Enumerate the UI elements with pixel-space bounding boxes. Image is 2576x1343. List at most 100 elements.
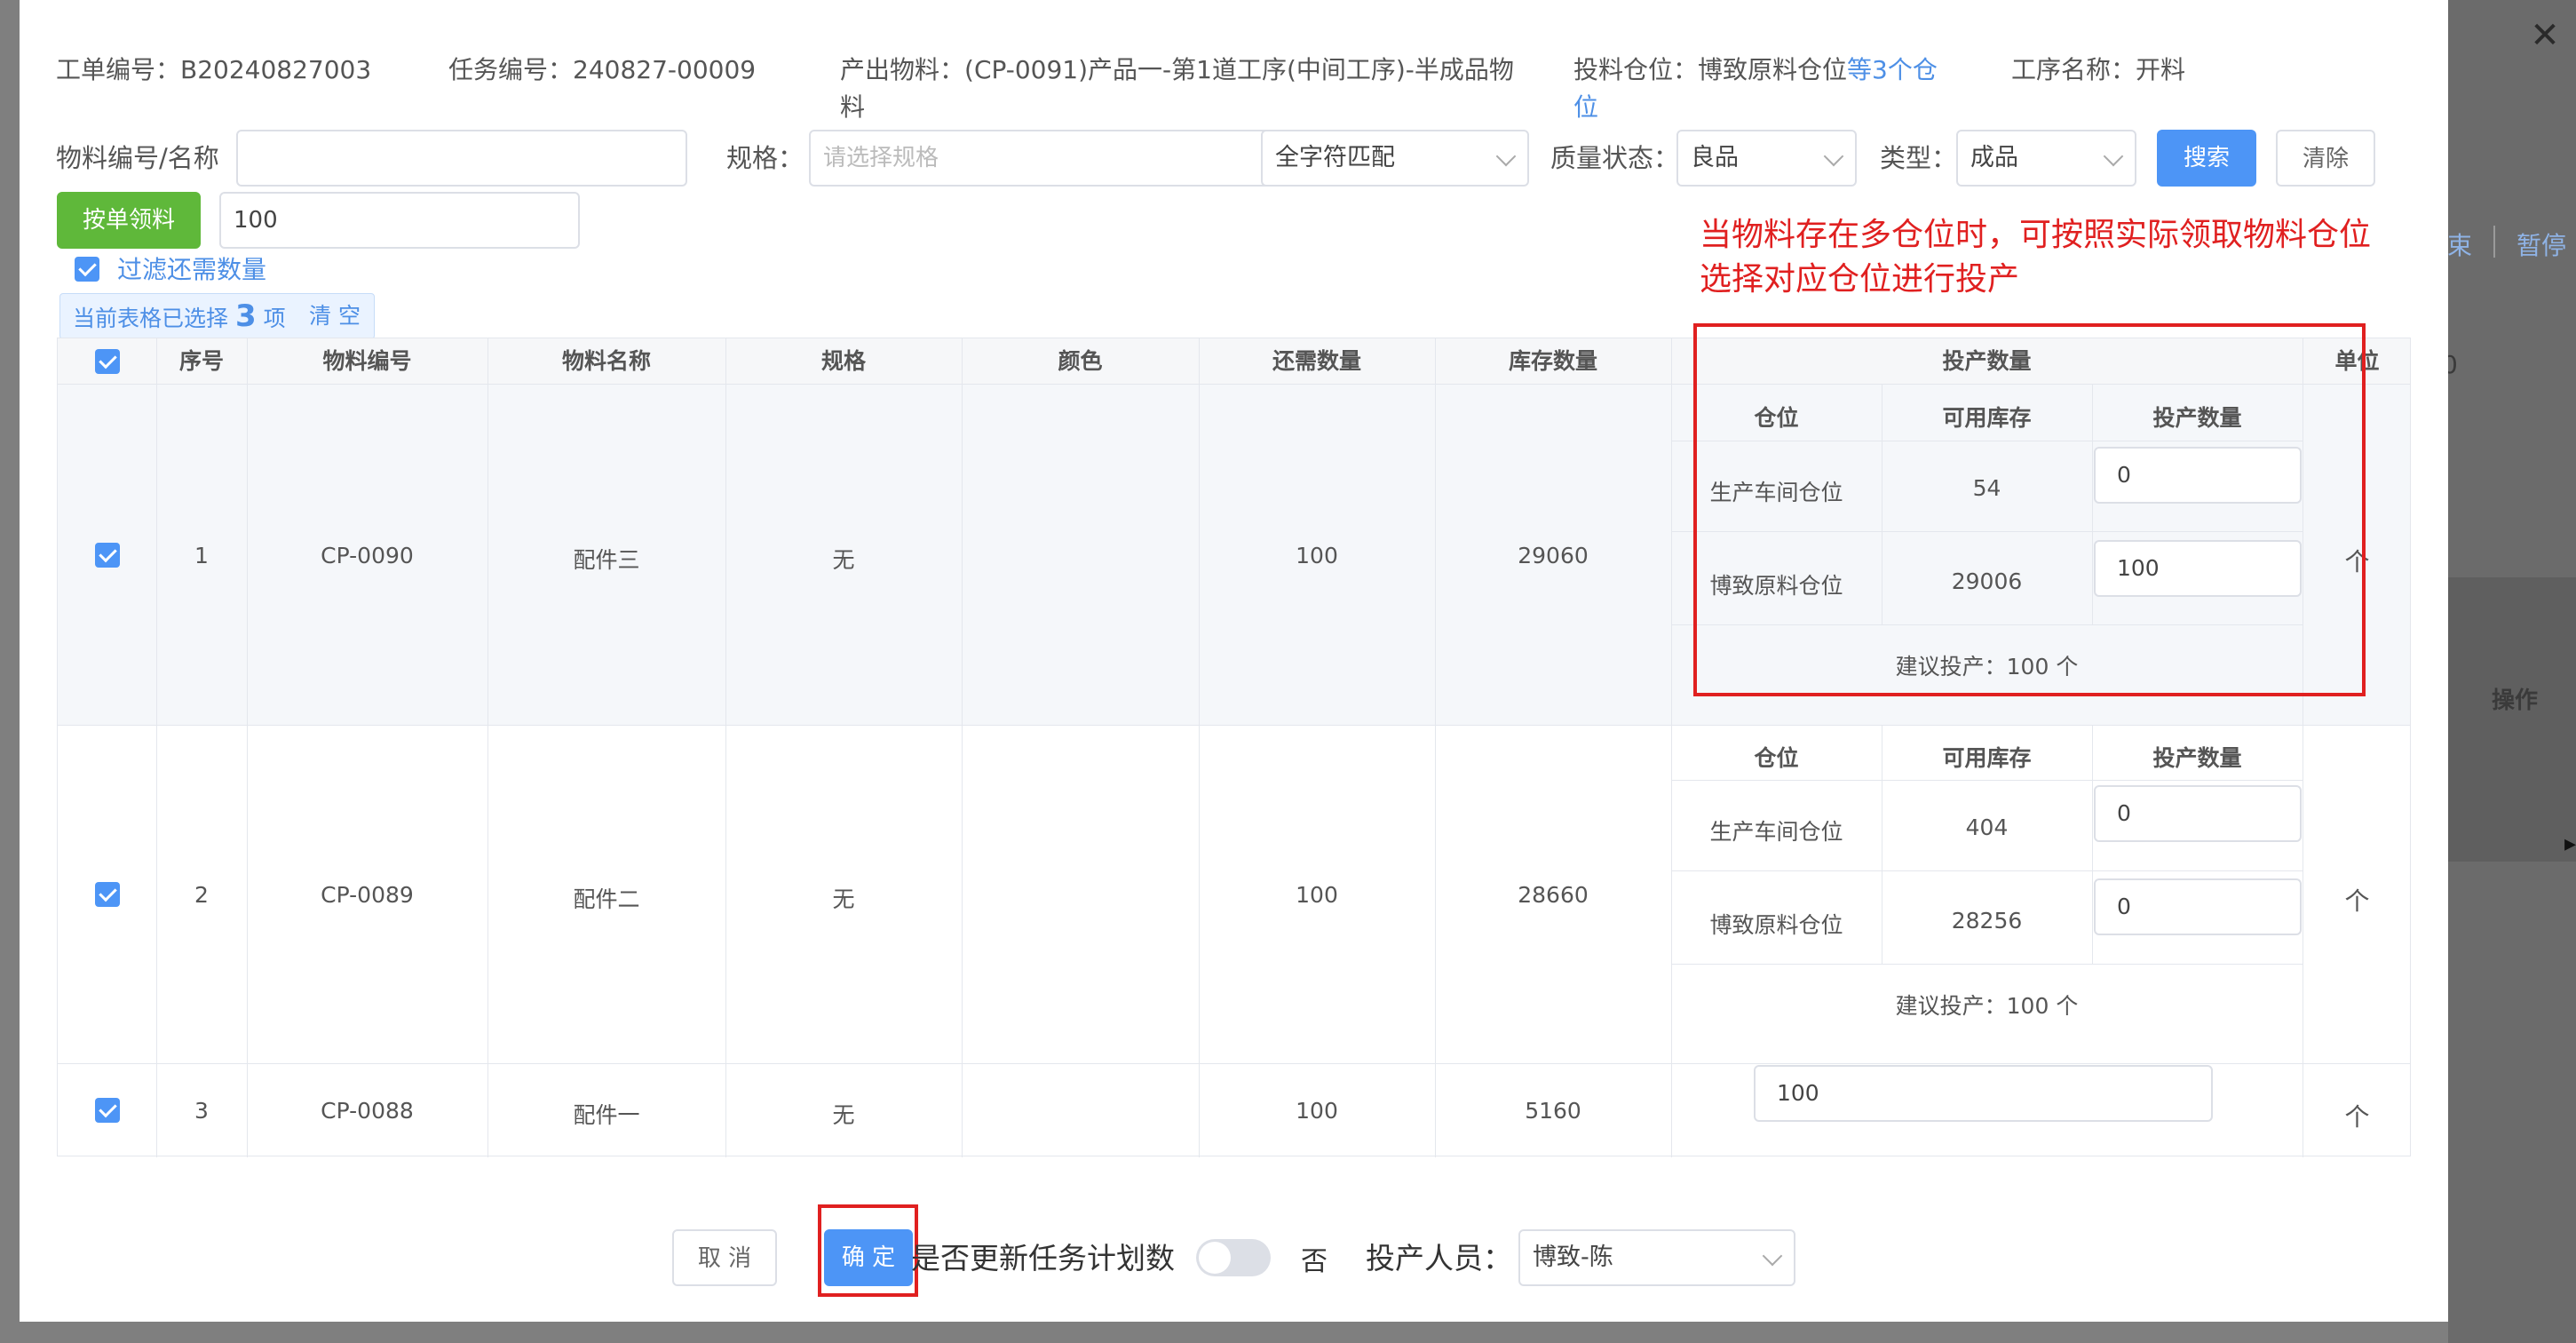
header-index: 序号: [178, 348, 224, 374]
annotation-line-2: 选择对应仓位进行投产: [1700, 261, 2020, 298]
chevron-down-icon: [1495, 146, 1517, 167]
row-2-loc-2-qty-input[interactable]: 0: [2094, 878, 2302, 935]
row-2-sub-header-location: 仓位: [1754, 745, 1799, 771]
annotation-line-1: 当物料存在多仓位时，可按照实际领取物料仓位: [1700, 217, 2372, 253]
order-no-value: B20240827003: [180, 55, 372, 84]
row-2-code: CP-0089: [321, 882, 414, 908]
row-2-checkbox[interactable]: [95, 882, 120, 907]
row-3-index: 3: [194, 1098, 209, 1124]
col-divider: [1435, 338, 1436, 1157]
filter-need-label[interactable]: 过滤还需数量: [117, 252, 266, 288]
subtable-divider: [1671, 780, 2303, 781]
selection-clear-link[interactable]: 清 空: [309, 294, 361, 338]
row-2-stock: 28660: [1518, 882, 1589, 908]
output-material-value: (CP-0091)产品一-第1道工序(中间工序)-半成品物: [964, 55, 1514, 84]
row-3-stock: 5160: [1525, 1098, 1581, 1124]
col-divider: [247, 338, 248, 1157]
bg-link-pause[interactable]: 暂停: [2517, 226, 2566, 262]
row-3-qty-input[interactable]: 100: [1754, 1065, 2213, 1122]
selection-info: 当前表格已选择 3 项 清 空: [59, 293, 375, 339]
match-mode-value: 全字符匹配: [1275, 144, 1395, 171]
confirm-highlight-box: [818, 1204, 918, 1297]
modal-dialog: 工单编号：B20240827003 任务编号：240827-00009 产出物料…: [20, 0, 2448, 1322]
qty-input[interactable]: 100: [219, 192, 580, 249]
feed-location-value: 博致原料仓位: [1698, 55, 1848, 84]
feed-location: 投料仓位：博致原料仓位等3个仓: [1573, 52, 1938, 89]
process-name-label: 工序名称：: [2011, 55, 2136, 84]
quality-value: 良品: [1691, 144, 1739, 171]
row-3-code: CP-0088: [321, 1098, 414, 1124]
order-no: 工单编号：B20240827003: [56, 52, 371, 89]
background-strip: [2448, 577, 2576, 862]
row-2-need: 100: [1296, 882, 1338, 908]
row-1-spec: 无: [832, 547, 855, 573]
filter-need-checkbox[interactable]: [75, 257, 99, 282]
header-name: 物料名称: [561, 348, 651, 374]
material-label: 物料编号/名称: [56, 143, 219, 173]
spec-input[interactable]: 请选择规格: [809, 130, 1280, 187]
cancel-button[interactable]: 取 消: [672, 1229, 777, 1286]
operator-label: 投产人员：: [1366, 1241, 1512, 1275]
annotation-text: 当物料存在多仓位时，可按照实际领取物料仓位 选择对应仓位进行投产: [1700, 213, 2371, 302]
bg-scroll-arrow-icon[interactable]: ▸: [2564, 830, 2576, 857]
chevron-down-icon: [2103, 146, 2124, 167]
process-name-value: 开料: [2136, 55, 2186, 84]
row-divider: [58, 1063, 2410, 1064]
clear-button[interactable]: 清除: [2276, 130, 2375, 187]
row-3-checkbox[interactable]: [95, 1098, 120, 1123]
selection-suffix: 项: [263, 306, 286, 331]
feed-location-more-link[interactable]: 等3个仓: [1847, 55, 1938, 84]
feed-location-label: 投料仓位：: [1573, 55, 1699, 84]
row-3-need: 100: [1296, 1098, 1338, 1124]
chevron-down-icon: [1823, 146, 1844, 167]
spec-label: 规格：: [726, 143, 805, 173]
quality-label: 质量状态：: [1550, 143, 1680, 173]
row-1-name: 配件三: [573, 547, 640, 573]
row-2-spec: 无: [832, 886, 855, 912]
col-divider: [962, 338, 963, 1157]
process-name: 工序名称：开料: [2011, 52, 2185, 89]
bg-link-end[interactable]: 束: [2447, 226, 2472, 262]
chevron-down-icon: [1762, 1245, 1783, 1267]
row-divider: [58, 725, 2410, 726]
material-input[interactable]: [236, 130, 687, 187]
order-no-label: 工单编号：: [56, 55, 181, 84]
task-no: 任务编号：240827-00009: [448, 52, 756, 89]
quality-select[interactable]: 良品: [1676, 130, 1857, 187]
row-1-need: 100: [1296, 543, 1338, 568]
row-2-name: 配件二: [573, 886, 640, 912]
row-2-unit: 个: [2344, 886, 2370, 916]
search-button[interactable]: 搜索: [2157, 130, 2256, 187]
row-2-index: 2: [194, 882, 209, 908]
update-plan-toggle[interactable]: [1196, 1239, 1271, 1276]
feed-location-more-link-2[interactable]: 位: [1573, 92, 1598, 122]
type-select[interactable]: 成品: [1956, 130, 2136, 187]
type-label: 类型：: [1880, 143, 1958, 173]
by-order-button[interactable]: 按单领料: [57, 192, 201, 249]
annotation-highlight-box: [1693, 323, 2366, 696]
subtable-divider: [1671, 964, 2303, 965]
row-2-loc-2-available: 28256: [1951, 908, 2023, 934]
row-1-checkbox[interactable]: [95, 543, 120, 568]
match-mode-select[interactable]: 全字符匹配: [1261, 130, 1529, 187]
row-3-unit: 个: [2344, 1102, 2370, 1132]
header-stock: 库存数量: [1508, 348, 1597, 374]
row-2-loc-2-name: 博致原料仓位: [1709, 912, 1843, 938]
operator-select[interactable]: 博致-陈: [1518, 1229, 1795, 1286]
subtable-divider: [1671, 870, 2303, 871]
row-2-loc-1-available: 404: [1965, 815, 2009, 840]
row-2-loc-1-qty-input[interactable]: 0: [2094, 785, 2302, 842]
feed-location-more-line2[interactable]: 位: [1573, 89, 1598, 126]
output-material-line2: 料: [840, 92, 866, 122]
row-3-spec: 无: [832, 1102, 855, 1128]
bg-link-divider: [2493, 226, 2495, 258]
update-plan-state: 否: [1301, 1246, 1328, 1277]
select-all-checkbox[interactable]: [95, 349, 120, 374]
selection-count: 3: [234, 298, 257, 334]
close-icon[interactable]: ✕: [2527, 18, 2563, 53]
operator-value: 博致-陈: [1533, 1244, 1613, 1271]
col-divider: [725, 338, 726, 1157]
output-material: 产出物料：(CP-0091)产品一-第1道工序(中间工序)-半成品物: [840, 52, 1514, 89]
task-no-value: 240827-00009: [573, 55, 757, 84]
header-code: 物料编号: [322, 348, 412, 374]
